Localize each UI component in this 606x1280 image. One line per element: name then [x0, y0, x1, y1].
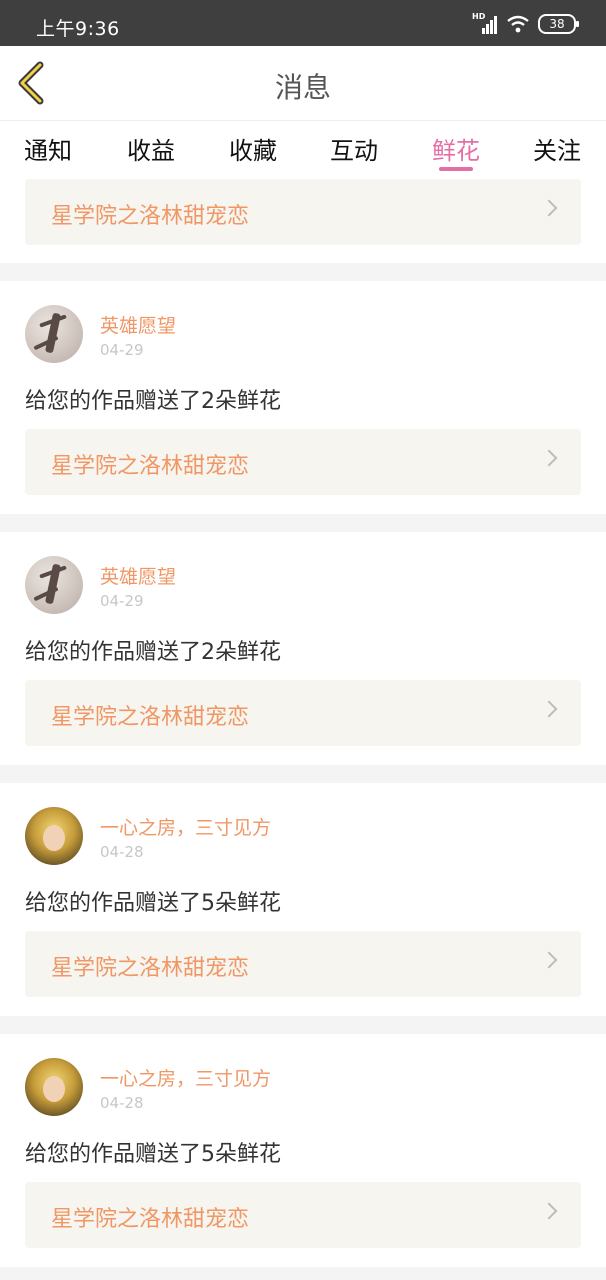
work-title: 星学院之洛林甜宠恋	[51, 204, 250, 229]
work-link[interactable]: 星学院之洛林甜宠恋	[25, 931, 581, 997]
tab-flowers[interactable]: 鲜花	[416, 131, 496, 166]
work-link[interactable]: 星学院之洛林甜宠恋	[25, 680, 581, 746]
avatar[interactable]	[25, 807, 83, 865]
list-item: 英雄愿望 04-29 给您的作品赠送了2朵鲜花 星学院之洛林甜宠恋	[0, 281, 606, 514]
hd-label: HD	[472, 12, 486, 21]
work-title: 星学院之洛林甜宠恋	[51, 1207, 250, 1232]
tab-follows[interactable]: 关注	[517, 131, 597, 166]
work-link[interactable]: 星学院之洛林甜宠恋	[25, 179, 581, 245]
status-bar: 上午9:36 HD 38	[0, 0, 606, 46]
message-text: 给您的作品赠送了5朵鲜花	[25, 891, 281, 916]
list-item: 英雄愿望 04-29 给您的作品赠送了2朵鲜花 星学院之洛林甜宠恋	[0, 532, 606, 765]
message-text: 给您的作品赠送了5朵鲜花	[25, 1142, 281, 1167]
message-text: 给您的作品赠送了2朵鲜花	[25, 389, 281, 414]
work-title: 星学院之洛林甜宠恋	[51, 956, 250, 981]
user-name[interactable]: 一心之房，三寸见方	[100, 813, 271, 840]
tab-earnings[interactable]: 收益	[111, 131, 191, 166]
chevron-right-icon	[540, 199, 558, 217]
message-date: 04-28	[100, 843, 144, 861]
chevron-right-icon	[540, 1202, 558, 1220]
title-bar: 消息	[0, 46, 606, 121]
avatar[interactable]	[25, 556, 83, 614]
avatar[interactable]	[25, 1058, 83, 1116]
tab-bar: 通知 收益 收藏 互动 鲜花 关注	[0, 121, 606, 179]
tab-notifications[interactable]: 通知	[8, 131, 88, 166]
user-name[interactable]: 英雄愿望	[100, 311, 176, 338]
list-item: 星学院之洛林甜宠恋	[0, 179, 606, 263]
user-name[interactable]: 一心之房，三寸见方	[100, 1064, 271, 1091]
list-item: 一心之房，三寸见方 04-28 给您的作品赠送了5朵鲜花 星学院之洛林甜宠恋	[0, 1034, 606, 1267]
message-date: 04-29	[100, 341, 144, 359]
work-link[interactable]: 星学院之洛林甜宠恋	[25, 429, 581, 495]
chevron-right-icon	[540, 951, 558, 969]
message-date: 04-28	[100, 1094, 144, 1112]
work-title: 星学院之洛林甜宠恋	[51, 705, 250, 730]
work-title: 星学院之洛林甜宠恋	[51, 454, 250, 479]
message-text: 给您的作品赠送了2朵鲜花	[25, 640, 281, 665]
message-date: 04-29	[100, 592, 144, 610]
signal-icon: HD	[472, 12, 498, 34]
status-time: 上午9:36	[36, 18, 120, 40]
work-link[interactable]: 星学院之洛林甜宠恋	[25, 1182, 581, 1248]
chevron-right-icon	[540, 700, 558, 718]
active-tab-indicator	[439, 167, 473, 171]
battery-icon: 38	[538, 14, 579, 34]
chevron-right-icon	[540, 449, 558, 467]
list-item: 一心之房，三寸见方 04-28 给您的作品赠送了5朵鲜花 星学院之洛林甜宠恋	[0, 783, 606, 1016]
avatar[interactable]	[25, 305, 83, 363]
page-title: 消息	[274, 71, 331, 104]
message-list: 星学院之洛林甜宠恋 英雄愿望 04-29 给您的作品赠送了2朵鲜花 星学院之洛林…	[0, 179, 606, 1267]
tab-interactions[interactable]: 互动	[314, 131, 394, 166]
tab-favorites[interactable]: 收藏	[213, 131, 293, 166]
user-name[interactable]: 英雄愿望	[100, 562, 176, 589]
status-icons: HD 38	[472, 12, 579, 34]
wifi-icon	[507, 15, 529, 33]
